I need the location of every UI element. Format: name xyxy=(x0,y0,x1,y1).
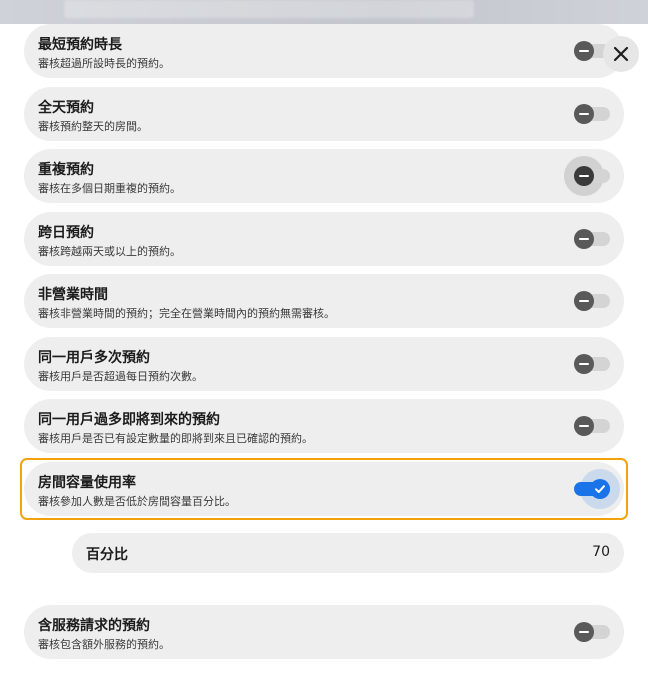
rule-row-too-many-upcoming: 同一用戶過多即將到來的預約 審核用戶是否已有設定數量的即將到來且已確認的預約。 xyxy=(24,399,624,453)
toggle-knob xyxy=(574,41,594,61)
rule-toggle-same-user-multiple[interactable] xyxy=(574,353,610,375)
toggle-knob xyxy=(574,166,594,186)
rule-title: 非營業時間 xyxy=(38,287,108,303)
toggle-knob xyxy=(574,229,594,249)
rule-title: 跨日預約 xyxy=(38,225,94,241)
percentage-label: 百分比 xyxy=(86,547,128,563)
rule-title: 重複預約 xyxy=(38,162,94,178)
rule-row-room-capacity: 房間容量使用率 審核參加人數是否低於房間容量百分比。 xyxy=(24,462,624,516)
minus-icon xyxy=(579,425,589,427)
minus-icon xyxy=(579,363,589,365)
rule-title: 最短預約時長 xyxy=(38,37,122,53)
rule-description: 審核非營業時間的預約；完全在營業時間內的預約無需審核。 xyxy=(38,307,335,320)
rule-title: 同一用戶過多即將到來的預約 xyxy=(38,412,220,428)
background-header-text xyxy=(64,0,474,18)
rule-description: 審核用戶是否超過每日預約次數。 xyxy=(38,370,203,383)
rule-toggle-too-many-upcoming[interactable] xyxy=(574,415,610,437)
close-icon xyxy=(613,46,629,62)
rule-row-min-duration: 最短預約時長 審核超過所設時長的預約。 xyxy=(24,24,624,78)
percentage-value[interactable]: 70 xyxy=(592,544,610,560)
rule-toggle-recurring[interactable] xyxy=(564,156,610,196)
rule-row-recurring: 重複預約 審核在多個日期重複的預約。 xyxy=(24,149,624,203)
rule-toggle-room-capacity[interactable] xyxy=(574,469,620,509)
rule-row-all-day: 全天預約 審核預約整天的房間。 xyxy=(24,87,624,141)
minus-icon xyxy=(579,238,589,240)
minus-icon xyxy=(579,631,589,633)
rule-toggle-all-day[interactable] xyxy=(574,103,610,125)
rule-description: 審核在多個日期重複的預約。 xyxy=(38,182,181,195)
capacity-percentage-field[interactable]: 百分比 70 xyxy=(72,533,624,573)
rule-toggle-multi-day[interactable] xyxy=(574,228,610,250)
rule-row-same-user-multiple: 同一用戶多次預約 審核用戶是否超過每日預約次數。 xyxy=(24,337,624,391)
rule-description: 審核跨越兩天或以上的預約。 xyxy=(38,245,181,258)
toggle-knob xyxy=(574,291,594,311)
rule-description: 審核預約整天的房間。 xyxy=(38,120,148,133)
rule-toggle-service-requests[interactable] xyxy=(574,621,610,643)
minus-icon xyxy=(579,175,589,177)
check-icon xyxy=(595,485,605,493)
rule-description: 審核用戶是否已有設定數量的即將到來且已確認的預約。 xyxy=(38,432,313,445)
minus-icon xyxy=(579,50,589,52)
rule-row-multi-day: 跨日預約 審核跨越兩天或以上的預約。 xyxy=(24,212,624,266)
toggle-knob xyxy=(574,622,594,642)
rule-title: 同一用戶多次預約 xyxy=(38,350,150,366)
minus-icon xyxy=(579,113,589,115)
rule-description: 審核包含額外服務的預約。 xyxy=(38,638,170,651)
rule-toggle-outside-hours[interactable] xyxy=(574,290,610,312)
rule-title: 全天預約 xyxy=(38,100,94,116)
toggle-knob xyxy=(574,416,594,436)
rule-description: 審核超過所設時長的預約。 xyxy=(38,57,170,70)
rule-title: 房間容量使用率 xyxy=(38,475,136,491)
rule-description: 審核參加人數是否低於房間容量百分比。 xyxy=(38,495,236,508)
toggle-knob xyxy=(590,479,610,499)
rule-row-outside-hours: 非營業時間 審核非營業時間的預約；完全在營業時間內的預約無需審核。 xyxy=(24,274,624,328)
toggle-knob xyxy=(574,104,594,124)
rule-row-service-requests: 含服務請求的預約 審核包含額外服務的預約。 xyxy=(24,605,624,659)
toggle-knob xyxy=(574,354,594,374)
minus-icon xyxy=(579,300,589,302)
background-app-header xyxy=(0,0,648,24)
close-button[interactable] xyxy=(603,36,639,72)
rule-title: 含服務請求的預約 xyxy=(38,618,150,634)
